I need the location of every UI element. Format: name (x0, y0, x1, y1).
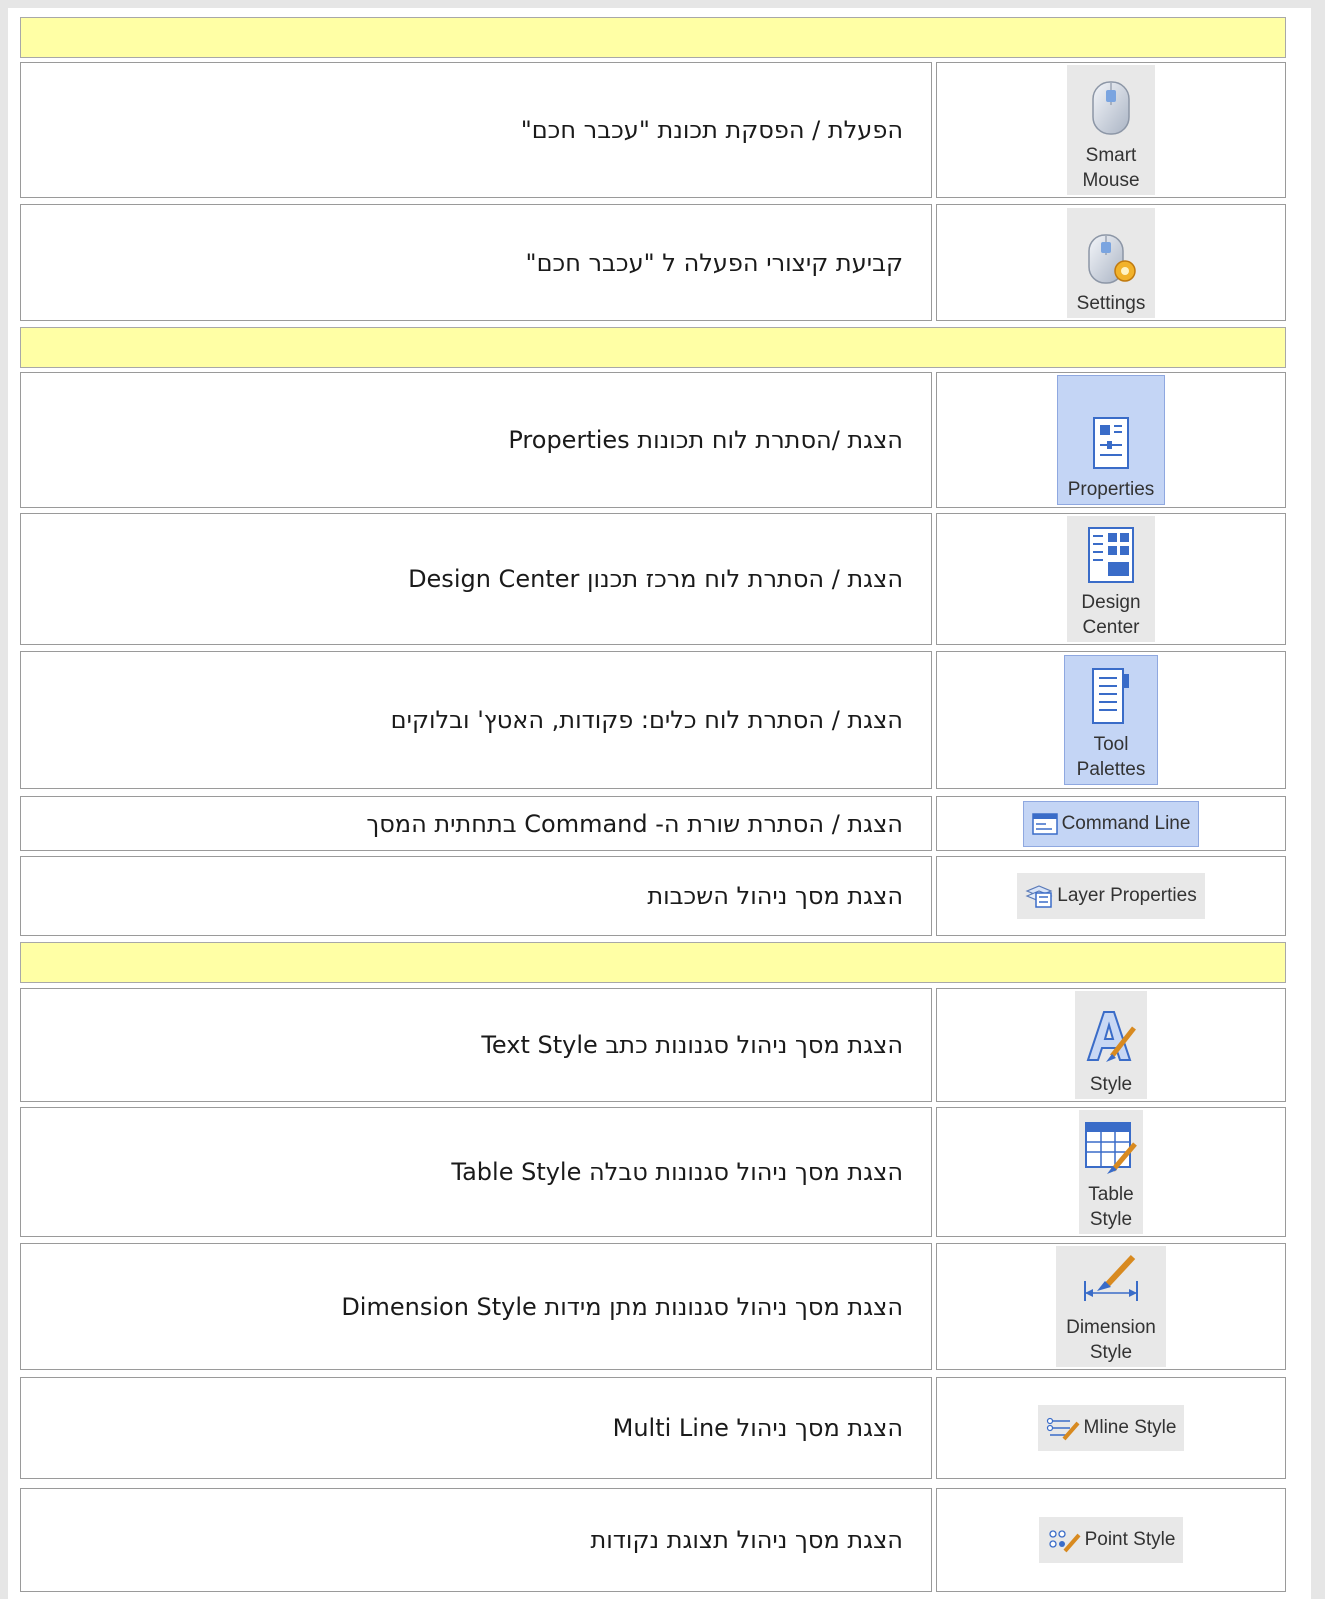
description-text: הצגת / הסתרת לוח כלים: פקודות, האטץ' ובל… (390, 706, 903, 734)
table-row: קביעת קיצורי הפעלה ל "עכבר חכם" Settings (20, 204, 1286, 321)
table-row: הצגת / הסתרת שורת ה- Command בתחתית המסך… (20, 796, 1286, 851)
description-text: הצגת מסך ניהול השכבות (647, 882, 903, 910)
description-text: הצגת מסך ניהול Multi Line (612, 1414, 903, 1442)
table-row: הצגת מסך ניהול השכבות Layer Properties (20, 856, 1286, 936)
description-text: הצגת /הסתרת לוח תכונות Properties (508, 426, 903, 454)
icon-cell: Dimension Style (936, 1243, 1286, 1370)
dimension-style-button[interactable]: Dimension Style (1056, 1246, 1166, 1367)
table-style-button[interactable]: Table Style (1079, 1110, 1143, 1234)
command-line-button[interactable]: Command Line (1022, 800, 1200, 847)
tool-palettes-icon (1092, 668, 1129, 724)
description-cell: הצגת / הסתרת לוח כלים: פקודות, האטץ' ובל… (20, 651, 932, 789)
tool-palettes-button[interactable]: Tool Palettes (1064, 655, 1158, 785)
smart-mouse-button[interactable]: Smart Mouse (1067, 65, 1155, 195)
table-row: הצגת מסך ניהול סגנונות טבלה Table Style … (20, 1107, 1286, 1237)
description-text: הצגת מסך ניהול תצוגת נקודות (590, 1526, 903, 1554)
icon-cell: Design Center (936, 513, 1286, 645)
table-row: הצגת מסך ניהול תצוגת נקודות Point Style (20, 1488, 1286, 1592)
description-text: הצגת / הסתרת לוח מרכז תכנון Design Cente… (408, 565, 903, 593)
table-row: הפעלת / הפסקת תכונת "עכבר חכם" Smart Mou… (20, 62, 1286, 198)
settings-label: Settings (1076, 292, 1146, 314)
icon-cell: Settings (936, 204, 1286, 321)
section-header (20, 327, 1286, 368)
icon-cell: Style (936, 988, 1286, 1102)
text-style-label: Style (1089, 1074, 1133, 1095)
tool-palettes-label: Tool Palettes (1076, 734, 1146, 780)
description-cell: הצגת /הסתרת לוח תכונות Properties (20, 372, 932, 508)
description-cell: הצגת / הסתרת שורת ה- Command בתחתית המסך (20, 796, 932, 851)
dimension-style-label: Dimension Style (1066, 1317, 1156, 1363)
icon-cell: Point Style (936, 1488, 1286, 1592)
table-row: הצגת מסך ניהול סגנונות מתן מידות Dimensi… (20, 1243, 1286, 1370)
table-row: הצגת / הסתרת לוח מרכז תכנון Design Cente… (20, 513, 1286, 645)
smart-mouse-icon (1092, 81, 1130, 135)
description-cell: הצגת מסך ניהול Multi Line (20, 1377, 932, 1479)
mline-style-icon (1046, 1417, 1080, 1441)
table-style-icon (1085, 1122, 1137, 1174)
mline-style-button[interactable]: Mline Style (1037, 1405, 1185, 1451)
point-style-icon (1048, 1530, 1081, 1553)
icon-cell: Tool Palettes (936, 651, 1286, 789)
text-style-button[interactable]: Style (1075, 991, 1147, 1099)
properties-label: Properties (1067, 479, 1155, 500)
description-text: הצגת / הסתרת שורת ה- Command בתחתית המסך (366, 809, 903, 838)
properties-button[interactable]: Properties (1057, 375, 1165, 505)
description-cell: הצגת מסך ניהול תצוגת נקודות (20, 1488, 932, 1592)
description-cell: הצגת / הסתרת לוח מרכז תכנון Design Cente… (20, 513, 932, 645)
description-cell: קביעת קיצורי הפעלה ל "עכבר חכם" (20, 204, 932, 321)
settings-icon (1088, 233, 1136, 284)
command-line-label: Command Line (1061, 812, 1191, 834)
description-text: הפעלת / הפסקת תכונת "עכבר חכם" (520, 116, 903, 144)
table-style-label: Table Style (1088, 1184, 1134, 1230)
icon-cell: Mline Style (936, 1377, 1286, 1479)
table-row: הצגת מסך ניהול Multi Line Mline Style (20, 1377, 1286, 1479)
layer-properties-button[interactable]: Layer Properties (1017, 873, 1205, 919)
table-row: הצגת /הסתרת לוח תכונות Properties Proper… (20, 372, 1286, 508)
table-row: הצגת מסך ניהול סגנונות כתב Text Style St… (20, 988, 1286, 1102)
mline-style-label: Mline Style (1083, 1417, 1177, 1438)
settings-button[interactable]: Settings (1067, 207, 1155, 318)
description-cell: הצגת מסך ניהול השכבות (20, 856, 932, 936)
layer-properties-label: Layer Properties (1057, 885, 1197, 906)
point-style-button[interactable]: Point Style (1038, 1517, 1184, 1563)
description-text: קביעת קיצורי הפעלה ל "עכבר חכם" (525, 248, 903, 277)
icon-cell: Properties (936, 372, 1286, 508)
layer-properties-icon (1025, 885, 1053, 908)
command-line-icon (1031, 812, 1058, 835)
description-text: הצגת מסך ניהול סגנונות כתב Text Style (481, 1031, 903, 1059)
smart-mouse-label: Smart Mouse (1082, 145, 1140, 191)
section-header (20, 942, 1286, 983)
text-style-icon (1086, 1011, 1136, 1062)
description-cell: הצגת מסך ניהול סגנונות טבלה Table Style (20, 1107, 932, 1237)
description-cell: הפעלת / הפסקת תכונת "עכבר חכם" (20, 62, 932, 198)
icon-cell: Smart Mouse (936, 62, 1286, 198)
description-cell: הצגת מסך ניהול סגנונות מתן מידות Dimensi… (20, 1243, 932, 1370)
point-style-label: Point Style (1084, 1529, 1176, 1550)
icon-cell: Command Line (936, 796, 1286, 851)
icon-cell: Table Style (936, 1107, 1286, 1237)
description-text: הצגת מסך ניהול סגנונות מתן מידות Dimensi… (341, 1292, 903, 1321)
description-cell: הצגת מסך ניהול סגנונות כתב Text Style (20, 988, 932, 1102)
table-row: הצגת / הסתרת לוח כלים: פקודות, האטץ' ובל… (20, 651, 1286, 789)
section-header (20, 17, 1286, 58)
design-center-label: Design Center (1081, 592, 1141, 638)
description-text: הצגת מסך ניהול סגנונות טבלה Table Style (451, 1158, 903, 1186)
properties-icon (1093, 417, 1129, 469)
design-center-icon (1088, 527, 1134, 583)
dimension-style-icon (1084, 1254, 1138, 1301)
icon-cell: Layer Properties (936, 856, 1286, 936)
design-center-button[interactable]: Design Center (1067, 516, 1155, 642)
